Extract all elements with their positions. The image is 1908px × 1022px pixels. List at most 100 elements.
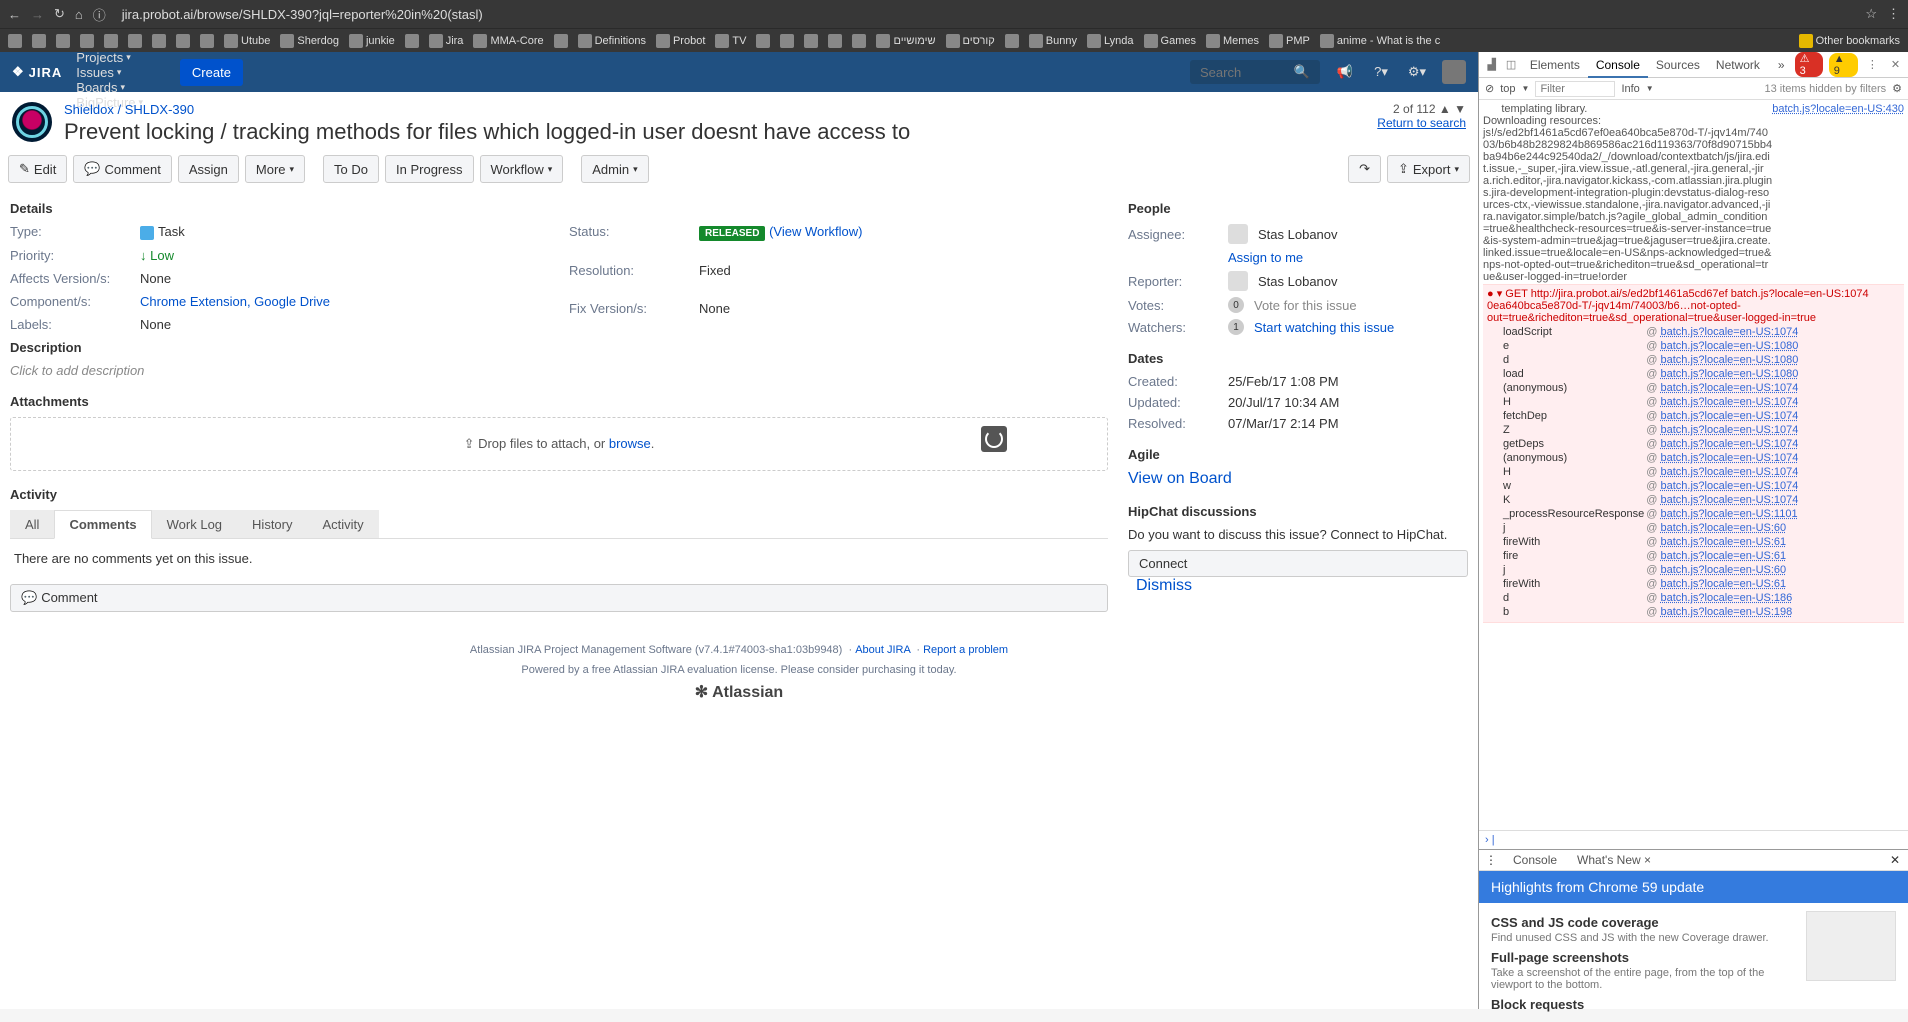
bookmark-item[interactable]: Bunny: [1027, 34, 1079, 48]
reload-icon[interactable]: ↻: [54, 6, 65, 22]
hipchat-dismiss[interactable]: Dismiss: [1136, 577, 1192, 594]
create-button[interactable]: Create: [180, 59, 243, 86]
devtools-close-icon[interactable]: ✕: [1887, 58, 1904, 71]
transition-todo[interactable]: To Do: [323, 155, 379, 183]
assign-to-me[interactable]: Assign to me: [1228, 250, 1303, 265]
clear-icon[interactable]: ⊘: [1485, 82, 1494, 95]
bookmark-item[interactable]: [778, 34, 796, 48]
bookmark-item[interactable]: שימושיים: [874, 34, 937, 48]
url-bar[interactable]: jira.probot.ai/browse/SHLDX-390?jql=repo…: [116, 5, 1856, 24]
home-icon[interactable]: ⌂: [75, 7, 83, 22]
bookmark-item[interactable]: Jira: [427, 34, 466, 48]
stack-link[interactable]: batch.js?locale=en-US:1074: [1660, 396, 1798, 408]
stack-link[interactable]: batch.js?locale=en-US:1074: [1660, 494, 1798, 506]
stack-link[interactable]: batch.js?locale=en-US:60: [1660, 564, 1786, 576]
stack-link[interactable]: batch.js?locale=en-US:1074: [1660, 466, 1798, 478]
bookmark-item[interactable]: Sherdog: [278, 34, 341, 48]
device-icon[interactable]: ◫: [1502, 58, 1519, 71]
export-button[interactable]: ⇪ Export ▾: [1387, 155, 1470, 183]
bookmark-item[interactable]: [198, 34, 216, 48]
source-link[interactable]: batch.js?locale=en-US:430: [1772, 103, 1904, 115]
bookmark-item[interactable]: [126, 34, 144, 48]
bookmark-item[interactable]: Probot: [654, 34, 707, 48]
bookmark-item[interactable]: Lynda: [1085, 34, 1136, 48]
settings-icon[interactable]: ⚙▾: [1406, 61, 1428, 83]
bookmark-item[interactable]: anime - What is the c: [1318, 34, 1442, 48]
level-selector[interactable]: Info: [1621, 83, 1639, 95]
bookmark-item[interactable]: junkie: [347, 34, 397, 48]
info-icon[interactable]: ⓘ: [93, 5, 106, 24]
inspect-icon[interactable]: ▟: [1483, 58, 1500, 71]
devtools-tab-console[interactable]: Console: [1588, 54, 1648, 78]
comment-button[interactable]: 💬 Comment: [73, 155, 172, 183]
bookmark-item[interactable]: Games: [1142, 34, 1198, 48]
about-link[interactable]: About JIRA: [855, 644, 910, 656]
menu-icon[interactable]: ⋮: [1887, 6, 1900, 22]
other-bookmarks[interactable]: Other bookmarks: [1797, 34, 1902, 48]
report-problem-link[interactable]: Report a problem: [923, 644, 1008, 656]
devtools-tab-sources[interactable]: Sources: [1648, 54, 1708, 76]
stack-link[interactable]: batch.js?locale=en-US:1074: [1660, 382, 1798, 394]
filter-input[interactable]: [1535, 81, 1615, 97]
stack-link[interactable]: batch.js?locale=en-US:1080: [1660, 368, 1798, 380]
jira-logo[interactable]: ❖ JIRA: [12, 64, 62, 80]
settings-icon[interactable]: ⚙: [1892, 82, 1902, 95]
return-to-search[interactable]: Return to search: [1377, 116, 1466, 130]
more-button[interactable]: More ▾: [245, 155, 305, 183]
bookmark-item[interactable]: [174, 34, 192, 48]
context-selector[interactable]: top: [1500, 83, 1515, 95]
drawer-menu-icon[interactable]: ⋮: [1479, 853, 1503, 867]
components-link[interactable]: Chrome Extension, Google Drive: [140, 294, 330, 309]
breadcrumb-key[interactable]: SHLDX-390: [125, 102, 194, 117]
share-button[interactable]: ↷: [1348, 155, 1381, 183]
star-icon[interactable]: ☆: [1865, 6, 1877, 22]
share-icon[interactable]: 📢: [1334, 61, 1356, 83]
bookmark-item[interactable]: [826, 34, 844, 48]
browse-link[interactable]: browse: [609, 436, 651, 451]
tab-worklog[interactable]: Work Log: [152, 510, 237, 538]
view-workflow-link[interactable]: (View Workflow): [769, 224, 862, 239]
bookmark-item[interactable]: [54, 34, 72, 48]
stack-link[interactable]: batch.js?locale=en-US:1074: [1660, 452, 1798, 464]
bookmark-item[interactable]: [1003, 34, 1021, 48]
bookmark-item[interactable]: PMP: [1267, 34, 1312, 48]
add-comment-button[interactable]: 💬 Comment: [10, 584, 1108, 612]
drawer-tab-whatsnew[interactable]: What's New ×: [1567, 850, 1661, 870]
stack-link[interactable]: batch.js?locale=en-US:1074: [1660, 424, 1798, 436]
view-on-board[interactable]: View on Board: [1128, 470, 1232, 487]
stack-link[interactable]: batch.js?locale=en-US:198: [1660, 606, 1792, 618]
bookmark-item[interactable]: קורסים: [944, 34, 997, 48]
hipchat-connect[interactable]: Connect: [1128, 550, 1468, 577]
bookmark-item[interactable]: [6, 34, 24, 48]
console-prompt[interactable]: › |: [1479, 830, 1908, 849]
attachment-dropzone[interactable]: ⇪ Drop files to attach, or browse.: [10, 417, 1108, 471]
drawer-tab-console[interactable]: Console: [1503, 850, 1567, 870]
workflow-button[interactable]: Workflow ▾: [480, 155, 564, 183]
bookmark-item[interactable]: Memes: [1204, 34, 1261, 48]
assign-button[interactable]: Assign: [178, 155, 239, 183]
transition-inprogress[interactable]: In Progress: [385, 155, 473, 183]
devtools-tab-elements[interactable]: Elements: [1522, 54, 1588, 76]
error-count[interactable]: ⚠ 3: [1795, 52, 1823, 77]
stack-link[interactable]: batch.js?locale=en-US:61: [1660, 578, 1786, 590]
warning-count[interactable]: ▲ 9: [1829, 53, 1858, 77]
stack-link[interactable]: batch.js?locale=en-US:1074: [1660, 438, 1798, 450]
stack-link[interactable]: batch.js?locale=en-US:60: [1660, 522, 1786, 534]
edit-button[interactable]: ✎ Edit: [8, 155, 67, 183]
stack-link[interactable]: batch.js?locale=en-US:186: [1660, 592, 1792, 604]
pager-prev-icon[interactable]: ▲: [1439, 102, 1451, 116]
bookmark-item[interactable]: [802, 34, 820, 48]
console-output[interactable]: templating library. Downloading resource…: [1479, 100, 1908, 830]
bookmark-item[interactable]: TV: [713, 34, 748, 48]
bookmark-item[interactable]: [102, 34, 120, 48]
nav-issues[interactable]: Issues ▾: [76, 65, 154, 80]
stack-link[interactable]: batch.js?locale=en-US:1080: [1660, 340, 1798, 352]
pager-next-icon[interactable]: ▼: [1454, 102, 1466, 116]
tab-history[interactable]: History: [237, 510, 307, 538]
breadcrumb-project[interactable]: Shieldox: [64, 102, 114, 117]
bookmark-item[interactable]: Utube: [222, 34, 272, 48]
stack-link[interactable]: batch.js?locale=en-US:61: [1660, 550, 1786, 562]
search-input[interactable]: 🔍: [1190, 60, 1320, 84]
help-icon[interactable]: ?▾: [1370, 61, 1392, 83]
back-icon[interactable]: ←: [8, 7, 21, 22]
